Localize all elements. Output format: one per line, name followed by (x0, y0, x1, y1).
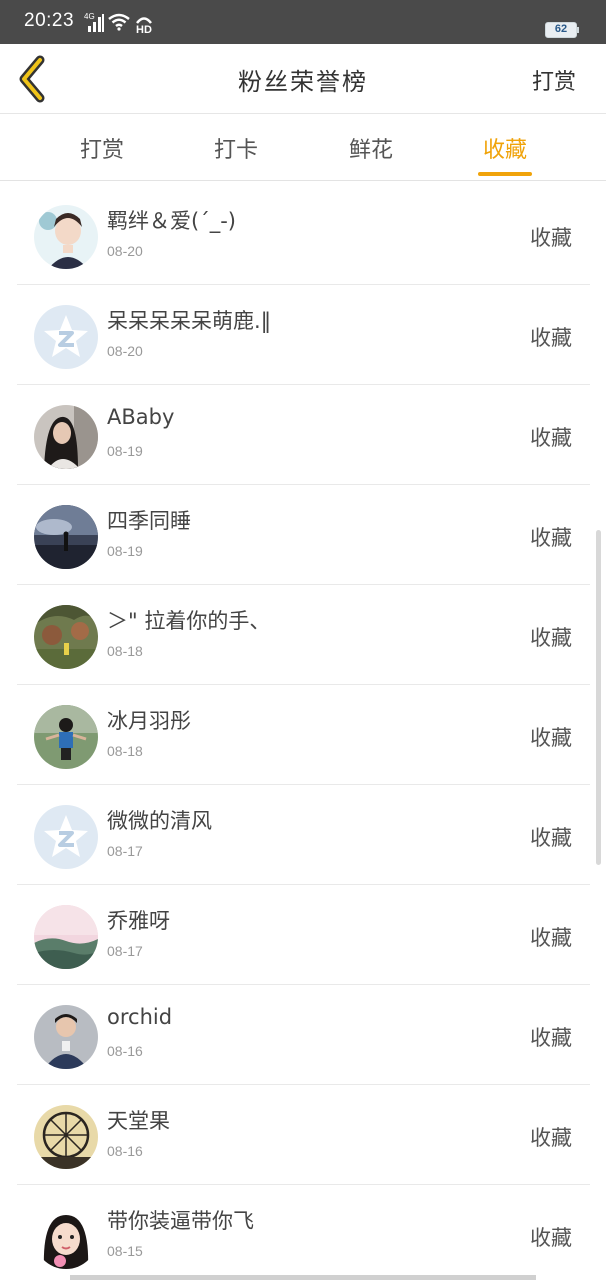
favorite-label: 收藏 (530, 226, 572, 250)
wifi-icon (108, 13, 130, 31)
favorite-label: 收藏 (530, 826, 572, 850)
list-item[interactable]: 微微的清风 08-17 收藏 (17, 785, 590, 885)
favorite-date: 08-19 (107, 443, 143, 459)
list-item[interactable]: orchid 08-16 收藏 (17, 985, 590, 1085)
favorite-label: 收藏 (530, 1226, 572, 1250)
battery-indicator: 62 (545, 22, 577, 38)
favorite-label: 收藏 (530, 726, 572, 750)
user-name: 呆呆呆呆呆萌鹿.‖ (107, 309, 272, 333)
user-name: 乔雅呀 (107, 909, 170, 933)
favorite-label: 收藏 (530, 326, 572, 350)
avatar[interactable] (34, 1005, 98, 1069)
list-item[interactable]: 羁绊＆爱(ˊ_-) 08-20 收藏 (17, 185, 590, 285)
page-title: 粉丝荣誉榜 (238, 68, 368, 96)
user-name: 带你装逼带你飞 (107, 1209, 254, 1233)
user-name: 微微的清风 (107, 809, 212, 833)
user-name: ＞" 拉着你的手、 (107, 609, 271, 633)
favorite-label: 收藏 (530, 1126, 572, 1150)
active-tab-indicator (478, 172, 532, 176)
hd-label: HD (136, 24, 152, 36)
favorite-date: 08-20 (107, 243, 143, 259)
favorite-date: 08-17 (107, 843, 143, 859)
favorite-date: 08-16 (107, 1043, 143, 1059)
list-item[interactable]: ABaby 08-19 收藏 (17, 385, 590, 485)
network-type: 4G (84, 12, 95, 21)
user-name: 冰月羽彤 (107, 709, 191, 733)
favorite-date: 08-16 (107, 1143, 143, 1159)
avatar[interactable] (34, 305, 98, 369)
avatar[interactable] (34, 1105, 98, 1169)
tab-favorites[interactable]: 收藏 (465, 132, 545, 164)
avatar[interactable] (34, 505, 98, 569)
favorite-label: 收藏 (530, 1026, 572, 1050)
user-name: orchid (107, 1005, 173, 1029)
avatar[interactable] (34, 405, 98, 469)
top-app-bar: 粉丝荣誉榜 打赏 (0, 44, 606, 114)
user-name: 天堂果 (107, 1109, 170, 1133)
list-item[interactable]: ＞" 拉着你的手、 08-18 收藏 (17, 585, 590, 685)
list-item[interactable]: 天堂果 08-16 收藏 (17, 1085, 590, 1185)
list-item[interactable]: 冰月羽彤 08-18 收藏 (17, 685, 590, 785)
favorites-list: 羁绊＆爱(ˊ_-) 08-20 收藏 呆呆呆呆呆萌鹿.‖ 08-20 收藏 AB… (0, 185, 606, 1280)
list-item[interactable]: 呆呆呆呆呆萌鹿.‖ 08-20 收藏 (17, 285, 590, 385)
avatar[interactable] (34, 805, 98, 869)
scrollbar[interactable] (596, 530, 601, 865)
favorite-date: 08-17 (107, 943, 143, 959)
favorite-date: 08-18 (107, 643, 143, 659)
favorite-date: 08-18 (107, 743, 143, 759)
favorite-label: 收藏 (530, 626, 572, 650)
reward-button[interactable]: 打赏 (532, 64, 576, 96)
user-name: 羁绊＆爱(ˊ_-) (107, 209, 236, 233)
avatar[interactable] (34, 1205, 98, 1269)
avatar[interactable] (34, 205, 98, 269)
tab-reward[interactable]: 打赏 (62, 132, 142, 164)
status-bar: 20:23 4G HD 62 (0, 0, 606, 44)
tab-flowers[interactable]: 鲜花 (331, 132, 411, 164)
user-name: ABaby (107, 405, 175, 429)
battery-tip (577, 27, 579, 33)
list-item[interactable]: 乔雅呀 08-17 收藏 (17, 885, 590, 985)
favorite-date: 08-15 (107, 1243, 143, 1259)
favorite-date: 08-19 (107, 543, 143, 559)
tab-checkin[interactable]: 打卡 (196, 132, 276, 164)
user-name: 四季同睡 (107, 509, 191, 533)
tab-bar: 打赏 打卡 鲜花 收藏 (0, 114, 606, 181)
avatar[interactable] (34, 905, 98, 969)
avatar[interactable] (34, 705, 98, 769)
favorite-date: 08-20 (107, 343, 143, 359)
favorite-label: 收藏 (530, 526, 572, 550)
avatar[interactable] (34, 605, 98, 669)
list-item[interactable]: 四季同睡 08-19 收藏 (17, 485, 590, 585)
status-time: 20:23 (24, 10, 75, 31)
favorite-label: 收藏 (530, 426, 572, 450)
favorite-label: 收藏 (530, 926, 572, 950)
bottom-divider (70, 1275, 536, 1280)
list-item[interactable]: 带你装逼带你飞 08-15 收藏 (17, 1185, 590, 1280)
